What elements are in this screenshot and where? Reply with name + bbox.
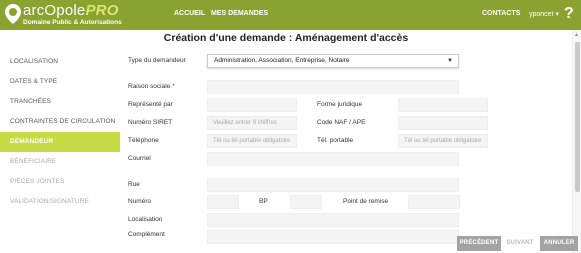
sidebar-item-beneficiaire: BÉNÉFICIAIRE — [10, 158, 57, 165]
tel-portable-input[interactable]: Tél ou tél portable obligatoire — [398, 134, 488, 148]
chevron-down-icon: ▼ — [447, 58, 453, 64]
naf-input[interactable] — [398, 116, 488, 130]
forme-juridique-input[interactable] — [398, 98, 488, 112]
siret-input[interactable]: Veuillez entrer 9 chiffres — [207, 116, 297, 130]
courriel-label: Courriel — [128, 155, 151, 162]
raison-sociale-label: Raison sociale * — [128, 83, 175, 90]
siret-label: Numéro SIRET — [128, 119, 173, 126]
nav-mes-demandes-link[interactable]: MES DEMANDES — [211, 10, 268, 17]
type-demandeur-value: Administration, Association, Entreprise,… — [214, 57, 350, 64]
annuler-button[interactable]: ANNULER — [540, 236, 578, 251]
logo-subtitle: Domaine Public & Autorisations — [23, 19, 122, 26]
sidebar-item-validation-signature: VALIDATION/SIGNATURE — [10, 198, 89, 205]
step-sidebar: LOCALISATION DATES & TYPE TRANCHÉES CONT… — [0, 52, 120, 212]
point-remise-input[interactable] — [408, 195, 460, 209]
sidebar-item-tranchees[interactable]: TRANCHÉES — [0, 92, 120, 112]
sidebar-item-dates-type[interactable]: DATES & TYPE — [0, 72, 120, 92]
logo-title: arcOpolePRO — [23, 2, 119, 19]
type-demandeur-select[interactable]: Administration, Association, Entreprise,… — [207, 54, 459, 68]
rue-input[interactable] — [207, 178, 459, 192]
type-demandeur-label: Type du demandeur — [128, 57, 186, 64]
sidebar-item-demandeur[interactable]: DEMANDEUR — [0, 132, 120, 152]
nav-contacts-link[interactable]: CONTACTS — [482, 10, 520, 17]
localisation-input[interactable] — [207, 213, 459, 227]
courriel-input[interactable] — [207, 152, 459, 166]
precedent-button[interactable]: PRÉCÉDENT — [457, 236, 501, 251]
complement-input[interactable] — [207, 230, 459, 244]
complement-label: Complément — [128, 231, 165, 238]
raison-sociale-input[interactable] — [207, 80, 459, 94]
telephone-input[interactable]: Tél ou tél portable obligatoire — [207, 134, 297, 148]
sidebar-item-pieces-jointes: PIÈCES JOINTES — [10, 178, 65, 185]
help-icon[interactable]: ? — [564, 5, 574, 23]
required-mark: * — [172, 83, 175, 90]
naf-label: Code NAF / APE — [317, 119, 366, 126]
represente-par-input[interactable] — [207, 98, 297, 112]
suivant-button: SUIVANT — [506, 240, 534, 246]
point-remise-label: Point de remise — [343, 198, 389, 205]
bp-label: BP — [259, 198, 268, 205]
page-title: Création d'une demande : Aménagement d'a… — [163, 32, 409, 44]
localisation-label: Localisation — [128, 216, 163, 223]
bp-input[interactable] — [290, 195, 322, 209]
numero-label: Numéro — [128, 198, 152, 205]
sidebar-item-localisation[interactable]: LOCALISATION — [0, 52, 120, 72]
rue-label: Rue — [128, 181, 140, 188]
user-menu[interactable]: yponcet ▾ — [529, 10, 559, 18]
represente-par-label: Représenté par — [128, 101, 173, 108]
scroll-thumb[interactable] — [575, 42, 580, 192]
arcopole-logo[interactable]: arcOpolePRO Domaine Public & Autorisatio… — [4, 2, 122, 27]
scroll-up-arrow-icon[interactable]: ▲ — [574, 32, 579, 38]
forme-juridique-label: Forme juridique — [317, 101, 363, 108]
nav-accueil-link[interactable]: ACCUEIL — [174, 10, 205, 17]
vertical-scrollbar[interactable]: ▲ — [572, 30, 581, 253]
sidebar-item-contraintes-circulation[interactable]: CONTRAINTES DE CIRCULATION — [0, 112, 120, 132]
telephone-label: Téléphone — [128, 137, 159, 144]
tel-portable-label: Tél. portable — [317, 137, 354, 144]
numero-input[interactable] — [207, 195, 239, 209]
top-navbar: arcOpolePRO Domaine Public & Autorisatio… — [0, 0, 581, 30]
logo-pin-icon — [5, 4, 21, 24]
